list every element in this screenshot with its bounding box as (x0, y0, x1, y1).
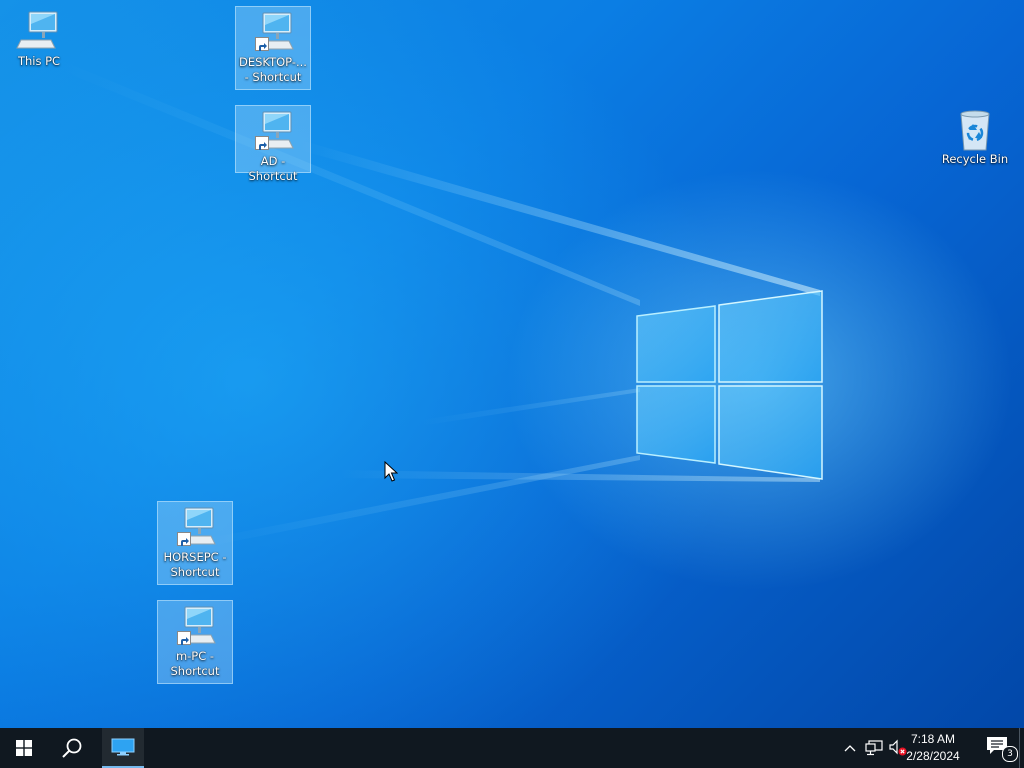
desktop-icon-this-pc[interactable]: This PC (1, 6, 77, 71)
desktop-icon-recycle-bin[interactable]: Recycle Bin (937, 104, 1013, 169)
computer-icon (171, 506, 219, 550)
desktop[interactable]: This PC DESKTOP-... - Shortcut AD - Shor… (0, 0, 1024, 728)
computer-icon (249, 110, 297, 154)
action-center-button[interactable]: 3 (986, 736, 1018, 762)
clock-time: 7:18 AM (910, 732, 956, 746)
network-button[interactable] (864, 738, 884, 758)
start-button[interactable] (0, 728, 48, 768)
taskbar: 7:18 AM 2/28/2024 3 (0, 728, 1024, 768)
desktop-icon-label: m-PC - Shortcut (170, 649, 220, 678)
desktop-icon-label: Recycle Bin (941, 152, 1009, 166)
tray-overflow-button[interactable] (840, 738, 860, 758)
desktop-icon-horsepc-shortcut[interactable]: HORSEPC - Shortcut (157, 501, 233, 585)
clock[interactable]: 7:18 AM 2/28/2024 (898, 731, 968, 765)
desktop-icon-label: HORSEPC - Shortcut (163, 550, 227, 579)
network-icon (865, 740, 883, 756)
shortcut-arrow-icon (177, 532, 191, 546)
wallpaper-windows-logo (636, 290, 823, 480)
notification-count-badge: 3 (1002, 746, 1018, 762)
chevron-up-icon (844, 745, 856, 752)
taskbar-app-remote-desktop[interactable] (102, 728, 144, 768)
desktop-icon-m-pc-shortcut[interactable]: m-PC - Shortcut (157, 600, 233, 684)
desktop-icon-ad-shortcut[interactable]: AD - Shortcut (235, 105, 311, 183)
windows-logo-icon (16, 740, 32, 756)
computer-icon (171, 605, 219, 649)
desktop-icon-label: DESKTOP-... - Shortcut (239, 55, 307, 84)
computer-icon (249, 11, 297, 55)
shortcut-arrow-icon (177, 631, 191, 645)
desktop-icon-label: AD - Shortcut (248, 154, 298, 183)
search-icon (62, 738, 82, 758)
search-button[interactable] (48, 728, 96, 768)
desktop-icon-desktop-shortcut[interactable]: DESKTOP-... - Shortcut (235, 6, 311, 90)
shortcut-arrow-icon (255, 136, 269, 150)
desktop-icon-label: This PC (17, 54, 61, 68)
mouse-cursor-icon (384, 461, 398, 482)
remote-desktop-icon (111, 738, 135, 756)
recycle-bin-icon (951, 108, 999, 152)
shortcut-arrow-icon (255, 37, 269, 51)
system-tray: 7:18 AM 2/28/2024 3 (824, 728, 1024, 768)
show-desktop-button[interactable] (1019, 728, 1024, 768)
clock-date: 2/28/2024 (906, 749, 960, 763)
wallpaper-light-beams (60, 60, 820, 548)
computer-icon (15, 10, 63, 54)
